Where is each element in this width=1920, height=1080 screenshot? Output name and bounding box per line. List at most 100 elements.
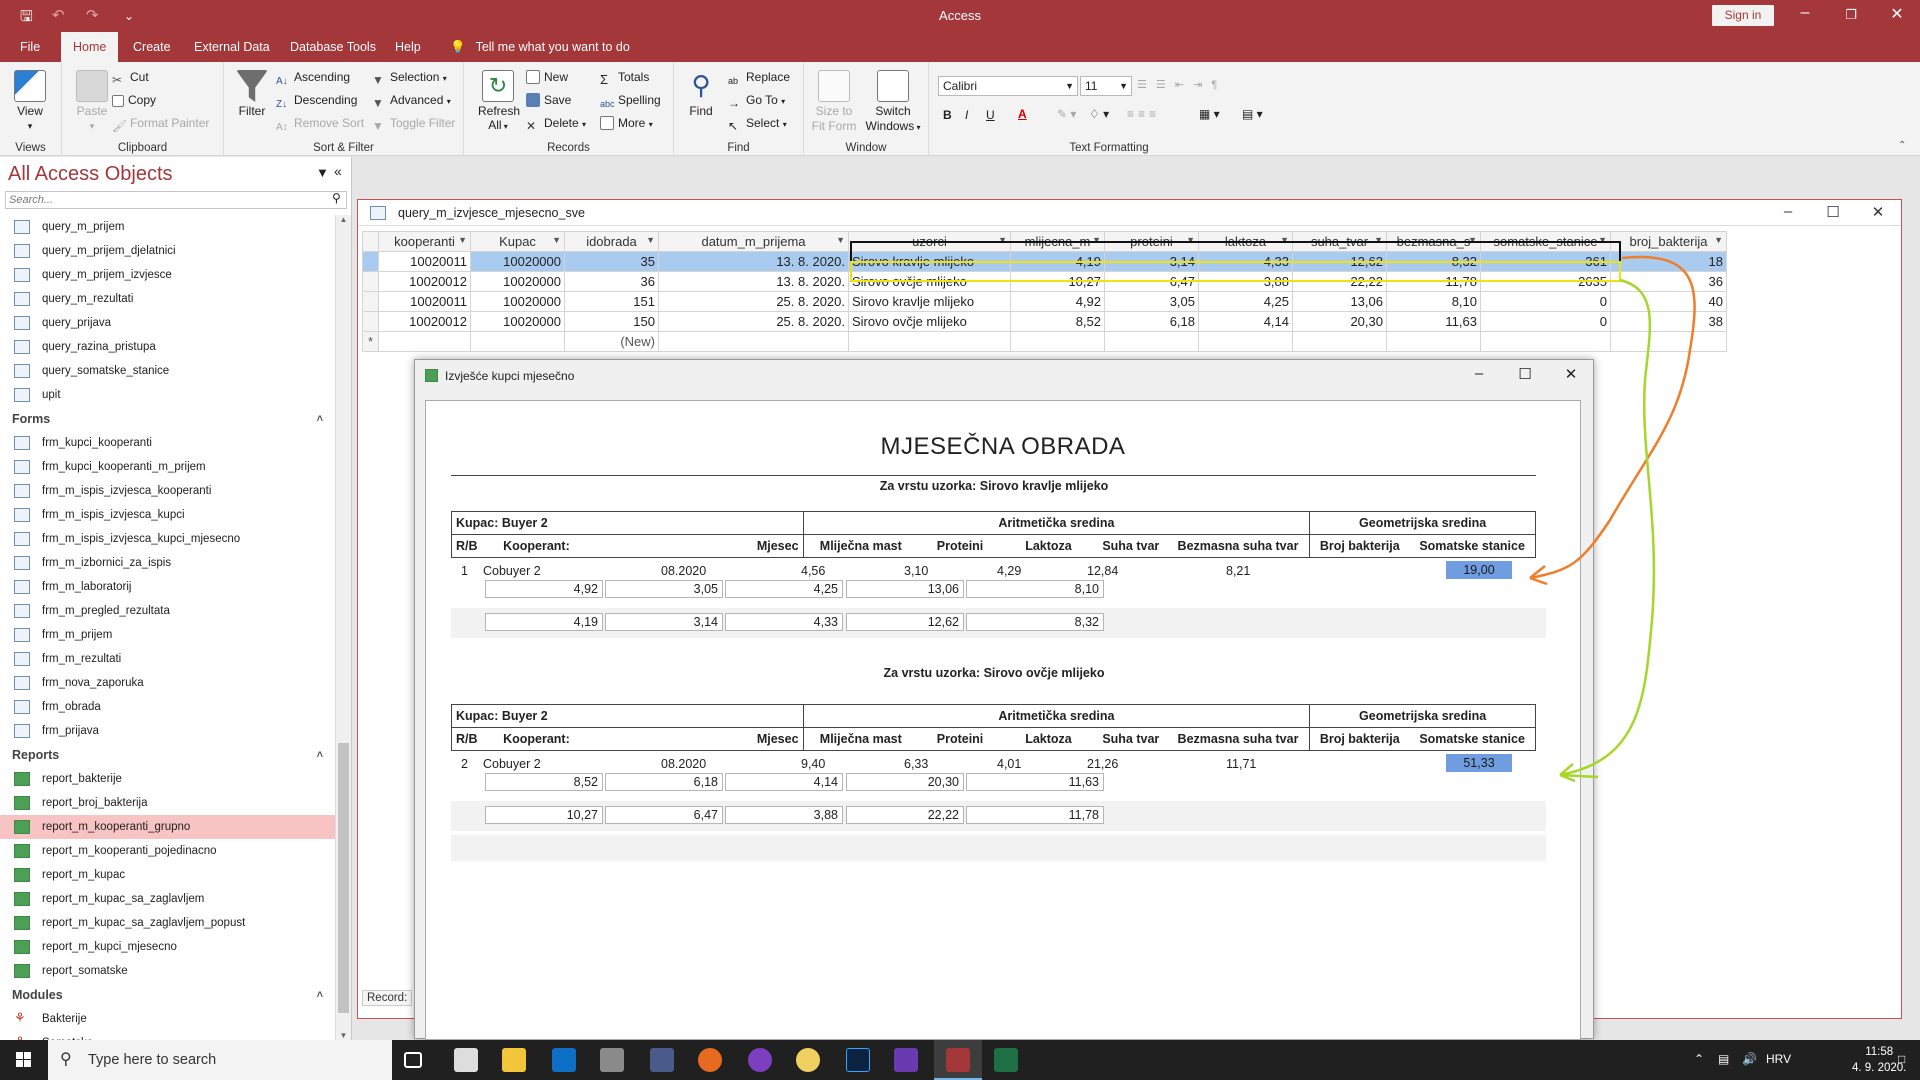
nav-item[interactable]: query_razina_pristupa: [0, 335, 335, 359]
access-taskbar-button[interactable]: [934, 1040, 982, 1080]
mail-icon[interactable]: [552, 1048, 576, 1072]
table-cell[interactable]: 4,33: [1198, 251, 1293, 272]
report-close-icon[interactable]: ✕: [1549, 365, 1593, 383]
table-cell[interactable]: 6,18: [1104, 311, 1199, 332]
chevron-down-icon[interactable]: ▼: [1280, 235, 1289, 245]
nav-item[interactable]: frm_m_ispis_izvjesca_kupci: [0, 503, 335, 527]
table-cell[interactable]: 150: [564, 311, 659, 332]
table-cell[interactable]: 151: [564, 291, 659, 312]
table-cell[interactable]: 3,88: [1198, 271, 1293, 292]
nav-item[interactable]: query_prijava: [0, 311, 335, 335]
switch-windows-button[interactable]: Switch Windows ▾: [864, 70, 922, 135]
column-header-mlijecna_m[interactable]: mlijecna_m ▼: [1010, 231, 1105, 252]
table-cell[interactable]: 10,27: [1010, 271, 1105, 292]
tray-chevron-icon[interactable]: ⌃: [1694, 1052, 1704, 1066]
chevron-down-icon[interactable]: ▼: [1092, 235, 1101, 245]
table-cell[interactable]: 4,19: [1010, 251, 1105, 272]
table-row[interactable]: 10020012 10020000 150 25. 8. 2020. Sirovo ov…: [362, 311, 1727, 332]
table-cell[interactable]: 10020012: [378, 271, 471, 292]
visual-studio-icon[interactable]: [894, 1048, 918, 1072]
chevron-down-icon[interactable]: ▼: [1374, 235, 1383, 245]
selection-button[interactable]: ▼ Selection ▾: [372, 70, 447, 87]
table-cell[interactable]: 10020000: [470, 311, 565, 332]
view-button[interactable]: View ▾: [10, 70, 50, 132]
column-header-broj_bakterija[interactable]: broj_bakterija ▼: [1610, 231, 1727, 252]
nav-item[interactable]: frm_m_ispis_izvjesca_kupci_mjesecno: [0, 527, 335, 551]
volume-icon[interactable]: 🔊: [1742, 1052, 1757, 1066]
nav-item[interactable]: query_m_rezultati: [0, 287, 335, 311]
column-header-proteini[interactable]: proteini ▼: [1104, 231, 1199, 252]
excel-icon[interactable]: [994, 1048, 1018, 1072]
table-cell[interactable]: 18: [1610, 251, 1727, 272]
table-cell[interactable]: Sirovo kravlje mlijeko: [848, 291, 1011, 312]
column-header-datum_m_prijema[interactable]: datum_m_prijema ▼: [658, 231, 849, 252]
descending-button[interactable]: Z↓ Descending: [276, 93, 357, 113]
column-header-bezmasna_s[interactable]: bezmasna_s ▼: [1386, 231, 1481, 252]
font-size-combo[interactable]: 11 ▼: [1080, 76, 1132, 96]
advanced-button[interactable]: ▼ Advanced ▾: [372, 93, 451, 110]
paste-button[interactable]: Paste ▾: [72, 70, 112, 132]
nav-item[interactable]: frm_kupci_kooperanti: [0, 431, 335, 455]
table-cell[interactable]: 11,63: [1386, 311, 1481, 332]
table-cell[interactable]: 11,78: [1386, 271, 1481, 292]
table-cell[interactable]: [378, 331, 471, 352]
table-cell[interactable]: 13. 8. 2020.: [658, 251, 849, 272]
goto-button[interactable]: → Go To ▾: [728, 93, 785, 110]
table-cell[interactable]: Sirovo ovčje mlijeko: [848, 311, 1011, 332]
nav-item[interactable]: query_m_prijem_djelatnici: [0, 239, 335, 263]
cut-button[interactable]: ✂ Cut: [112, 70, 149, 87]
column-header-uzorci[interactable]: uzorci ▼: [848, 231, 1011, 252]
nav-menu-chevron-icon[interactable]: ▼: [316, 165, 329, 180]
table-cell[interactable]: 13,06: [1292, 291, 1387, 312]
table-cell[interactable]: 3,14: [1104, 251, 1199, 272]
table-cell[interactable]: 25. 8. 2020.: [658, 291, 849, 312]
nav-item[interactable]: frm_kupci_kooperanti_m_prijem: [0, 455, 335, 479]
toggle-filter-button[interactable]: ▼ Toggle Filter: [372, 116, 455, 133]
record-selector[interactable]: [362, 311, 379, 332]
chevron-down-icon[interactable]: ▼: [1186, 235, 1195, 245]
query-close-icon[interactable]: ✕: [1858, 203, 1898, 221]
delete-record-button[interactable]: ✕ Delete ▾: [526, 116, 586, 133]
query-minimize-icon[interactable]: –: [1768, 203, 1808, 220]
bold-button[interactable]: B: [943, 108, 952, 122]
nav-item[interactable]: report_m_kupac: [0, 863, 335, 887]
chevron-down-icon[interactable]: ▼: [458, 235, 467, 245]
minimize-icon[interactable]: –: [1782, 4, 1828, 22]
tell-me-search[interactable]: 💡 Tell me what you want to do: [450, 32, 630, 62]
table-cell[interactable]: [1010, 331, 1105, 352]
table-cell[interactable]: 10020011: [378, 251, 471, 272]
new-record-row[interactable]: * (New): [362, 331, 1727, 352]
more-button[interactable]: More ▾: [600, 116, 653, 130]
nav-title[interactable]: All Access Objects: [8, 163, 173, 186]
refresh-all-button[interactable]: ↻ Refresh All ▾: [478, 70, 520, 132]
table-cell[interactable]: 25. 8. 2020.: [658, 311, 849, 332]
tab-create[interactable]: Create: [133, 32, 171, 62]
alternate-row-color-button[interactable]: ▤ ▾: [1242, 107, 1263, 121]
align-buttons[interactable]: ≡≡≡: [1127, 107, 1160, 121]
table-cell[interactable]: 4,92: [1010, 291, 1105, 312]
table-cell[interactable]: 36: [564, 271, 659, 292]
chevron-down-icon[interactable]: ▼: [1468, 235, 1477, 245]
nav-item[interactable]: query_somatske_stanice: [0, 359, 335, 383]
table-cell[interactable]: [470, 331, 565, 352]
table-cell[interactable]: 20,30: [1292, 311, 1387, 332]
nav-category-header[interactable]: Reports ˄: [0, 743, 335, 767]
tab-help[interactable]: Help: [395, 32, 421, 62]
report-maximize-icon[interactable]: ☐: [1503, 365, 1547, 383]
scroll-up-icon[interactable]: ▲: [336, 215, 351, 224]
table-cell[interactable]: 0: [1480, 291, 1611, 312]
remote-desktop-icon[interactable]: [600, 1048, 624, 1072]
record-selector[interactable]: [362, 271, 379, 292]
query-maximize-icon[interactable]: ☐: [1813, 203, 1853, 221]
start-button[interactable]: [0, 1040, 48, 1080]
table-cell[interactable]: 8,32: [1386, 251, 1481, 272]
nav-item[interactable]: frm_m_laboratorij: [0, 575, 335, 599]
somatic-cells-value[interactable]: 19,00: [1446, 561, 1512, 579]
nav-item[interactable]: report_somatske: [0, 959, 335, 983]
search-icon[interactable]: ⚲: [332, 191, 341, 205]
underline-button[interactable]: U: [986, 108, 995, 122]
collapse-ribbon-icon[interactable]: ⌃: [1898, 140, 1906, 151]
nav-item[interactable]: ⚘ Bakterije: [0, 1007, 335, 1031]
nav-item[interactable]: frm_m_ispis_izvjesca_kooperanti: [0, 479, 335, 503]
font-name-combo[interactable]: Calibri ▼: [938, 76, 1078, 96]
